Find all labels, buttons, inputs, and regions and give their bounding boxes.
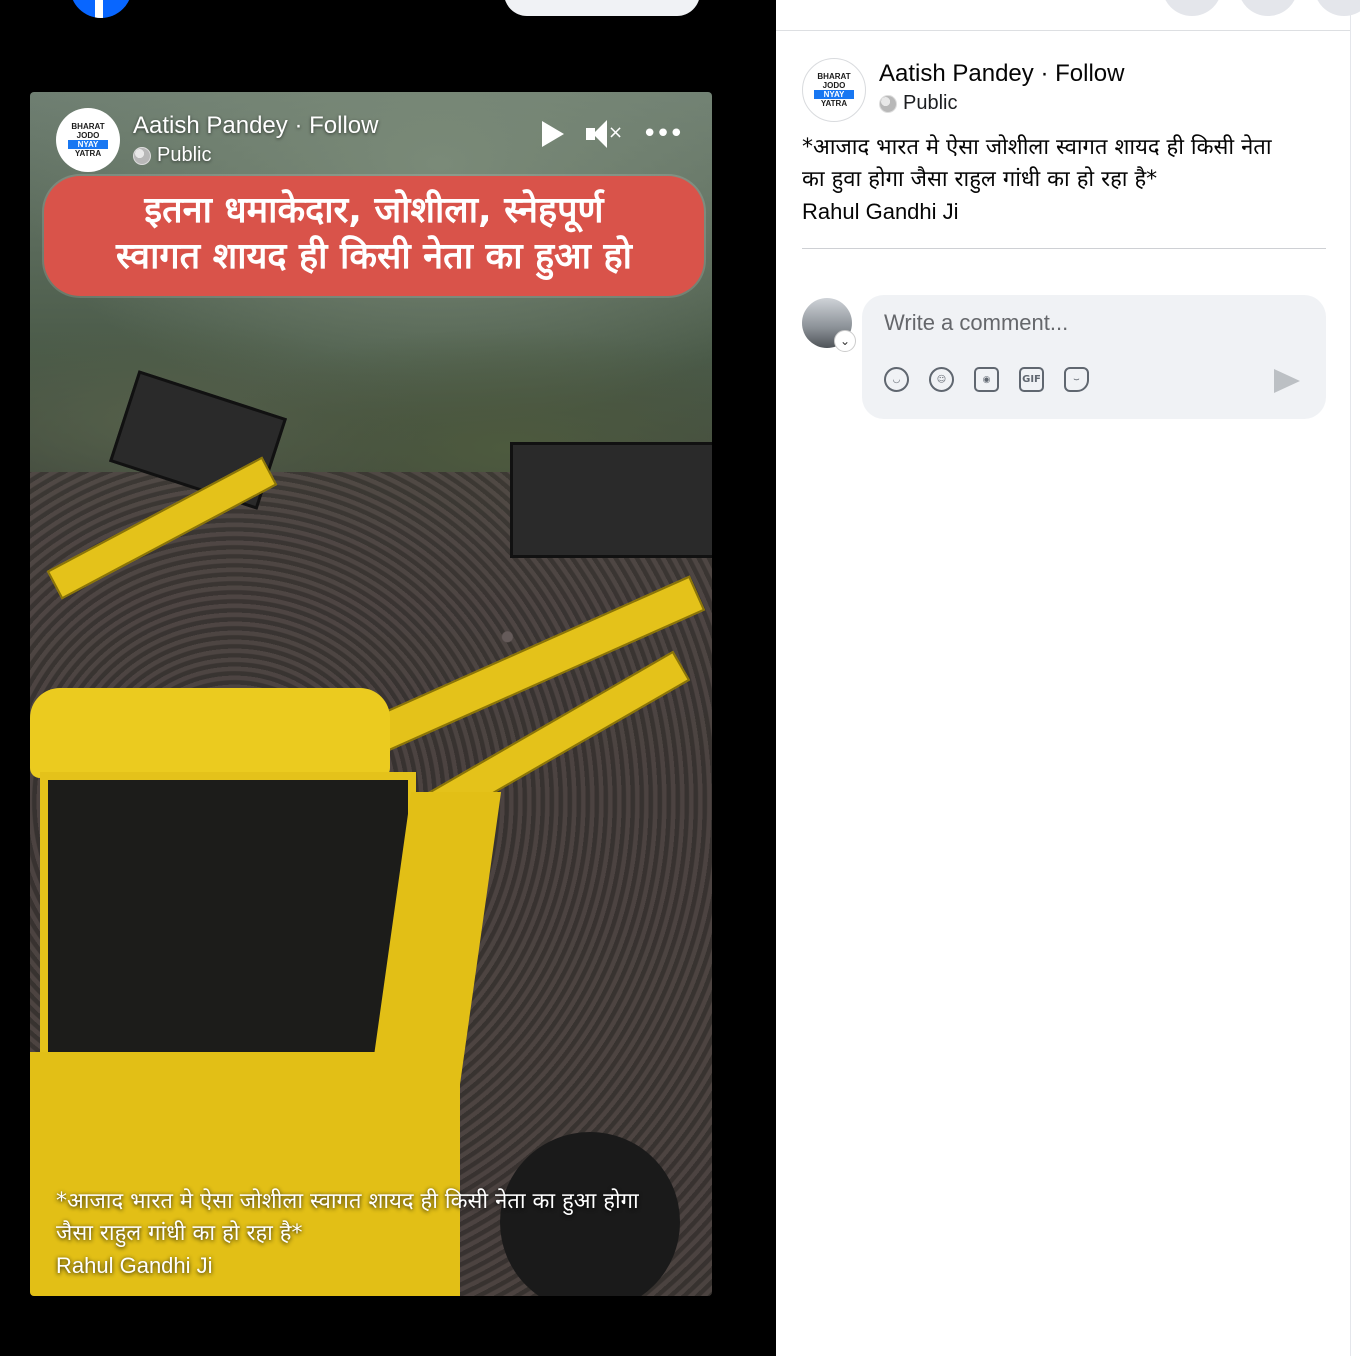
chevron-down-icon[interactable]: ⌄	[834, 330, 856, 352]
bharat-jodo-logo: BHARAT JODO NYAY YATRA	[68, 122, 108, 158]
comment-input[interactable]	[882, 309, 1286, 337]
post-text-line-3: Rahul Gandhi Ji	[802, 199, 959, 224]
sticker-icon[interactable]: ⌣	[1064, 367, 1089, 392]
top-messenger-button[interactable]	[1238, 0, 1298, 16]
post-side-panel: BHARAT JODO NYAY YATRA Aatish Pandey · F…	[776, 0, 1360, 1356]
video-audience-label: Public	[157, 144, 212, 166]
logo-line1: BHARAT JODO	[817, 72, 851, 90]
comment-tools: ◡ ☺ ◉ GIF ⌣	[884, 367, 1089, 392]
post-text-line-1: *आजाद भारत मे ऐसा जोशीला स्वागत शायद ही …	[802, 135, 1272, 160]
gif-icon[interactable]: GIF	[1019, 367, 1044, 392]
video-controls: × •••	[541, 120, 684, 148]
top-notifications-button[interactable]	[1314, 0, 1360, 16]
divider	[802, 248, 1326, 249]
camera-icon[interactable]: ◉	[974, 367, 999, 392]
loader-roof	[30, 688, 390, 778]
globe-icon	[133, 146, 151, 165]
logo-line1: BHARAT JODO	[71, 122, 105, 140]
banner-line-2: स्वागत शायद ही किसी नेता का हुआ हो	[116, 236, 632, 277]
send-icon[interactable]	[1274, 369, 1300, 393]
video-player[interactable]: BHARAT JODO NYAY YATRA Aatish Pandey · F…	[30, 92, 712, 1296]
logo-line3: YATRA	[820, 99, 848, 108]
post-author-avatar[interactable]: BHARAT JODO NYAY YATRA	[802, 58, 866, 122]
logo-line2: NYAY	[814, 90, 854, 99]
loader-cab	[40, 772, 416, 1088]
caption-line-3: Rahul Gandhi Ji	[56, 1253, 213, 1278]
logo-line3: YATRA	[74, 149, 102, 158]
post-author-name[interactable]: Aatish Pandey · Follow	[879, 60, 1124, 88]
play-icon[interactable]	[541, 121, 564, 147]
panel-top-bar	[776, 0, 1360, 31]
post-text: *आजाद भारत मे ऐसा जोशीला स्वागत शायद ही …	[802, 132, 1322, 228]
video-audience: Public	[133, 144, 211, 167]
caption-line-1: *आजाद भारत मे ऐसा जोशीला स्वागत शायद ही …	[56, 1189, 639, 1214]
more-options-icon[interactable]: •••	[642, 121, 684, 147]
video-author-name[interactable]: Aatish Pandey · Follow	[133, 112, 378, 140]
post-audience-label: Public	[903, 92, 958, 114]
video-author-avatar[interactable]: BHARAT JODO NYAY YATRA	[56, 108, 120, 172]
video-caption: *आजाद भारत मे ऐसा जोशीला स्वागत शायद ही …	[56, 1186, 696, 1282]
top-search-field[interactable]	[504, 0, 700, 16]
emoji-icon[interactable]: ☺	[929, 367, 954, 392]
caption-line-2: जैसा राहुल गांधी का हो रहा है*	[56, 1221, 303, 1246]
post-audience[interactable]: Public	[879, 92, 957, 115]
video-header: BHARAT JODO NYAY YATRA Aatish Pandey · F…	[56, 108, 692, 172]
avatar-sticker-icon[interactable]: ◡	[884, 367, 909, 392]
globe-icon	[879, 94, 897, 113]
top-menu-button[interactable]	[1162, 0, 1222, 16]
video-title-banner: इतना धमाकेदार, जोशीला, स्नेहपूर्ण स्वागत…	[44, 176, 704, 296]
facebook-logo-icon[interactable]	[70, 0, 132, 18]
post-text-line-2: का हुवा होगा जैसा राहुल गांधी का हो रहा …	[802, 167, 1158, 192]
media-viewer: BHARAT JODO NYAY YATRA Aatish Pandey · F…	[0, 0, 776, 1356]
comment-composer: ◡ ☺ ◉ GIF ⌣	[862, 295, 1326, 419]
logo-line2: NYAY	[68, 140, 108, 149]
bharat-jodo-logo: BHARAT JODO NYAY YATRA	[814, 72, 854, 108]
banner-line-1: इतना धमाकेदार, जोशीला, स्नेहपूर्ण	[144, 190, 604, 231]
mute-icon[interactable]: ×	[585, 120, 623, 148]
loader-bucket-right	[510, 442, 712, 558]
